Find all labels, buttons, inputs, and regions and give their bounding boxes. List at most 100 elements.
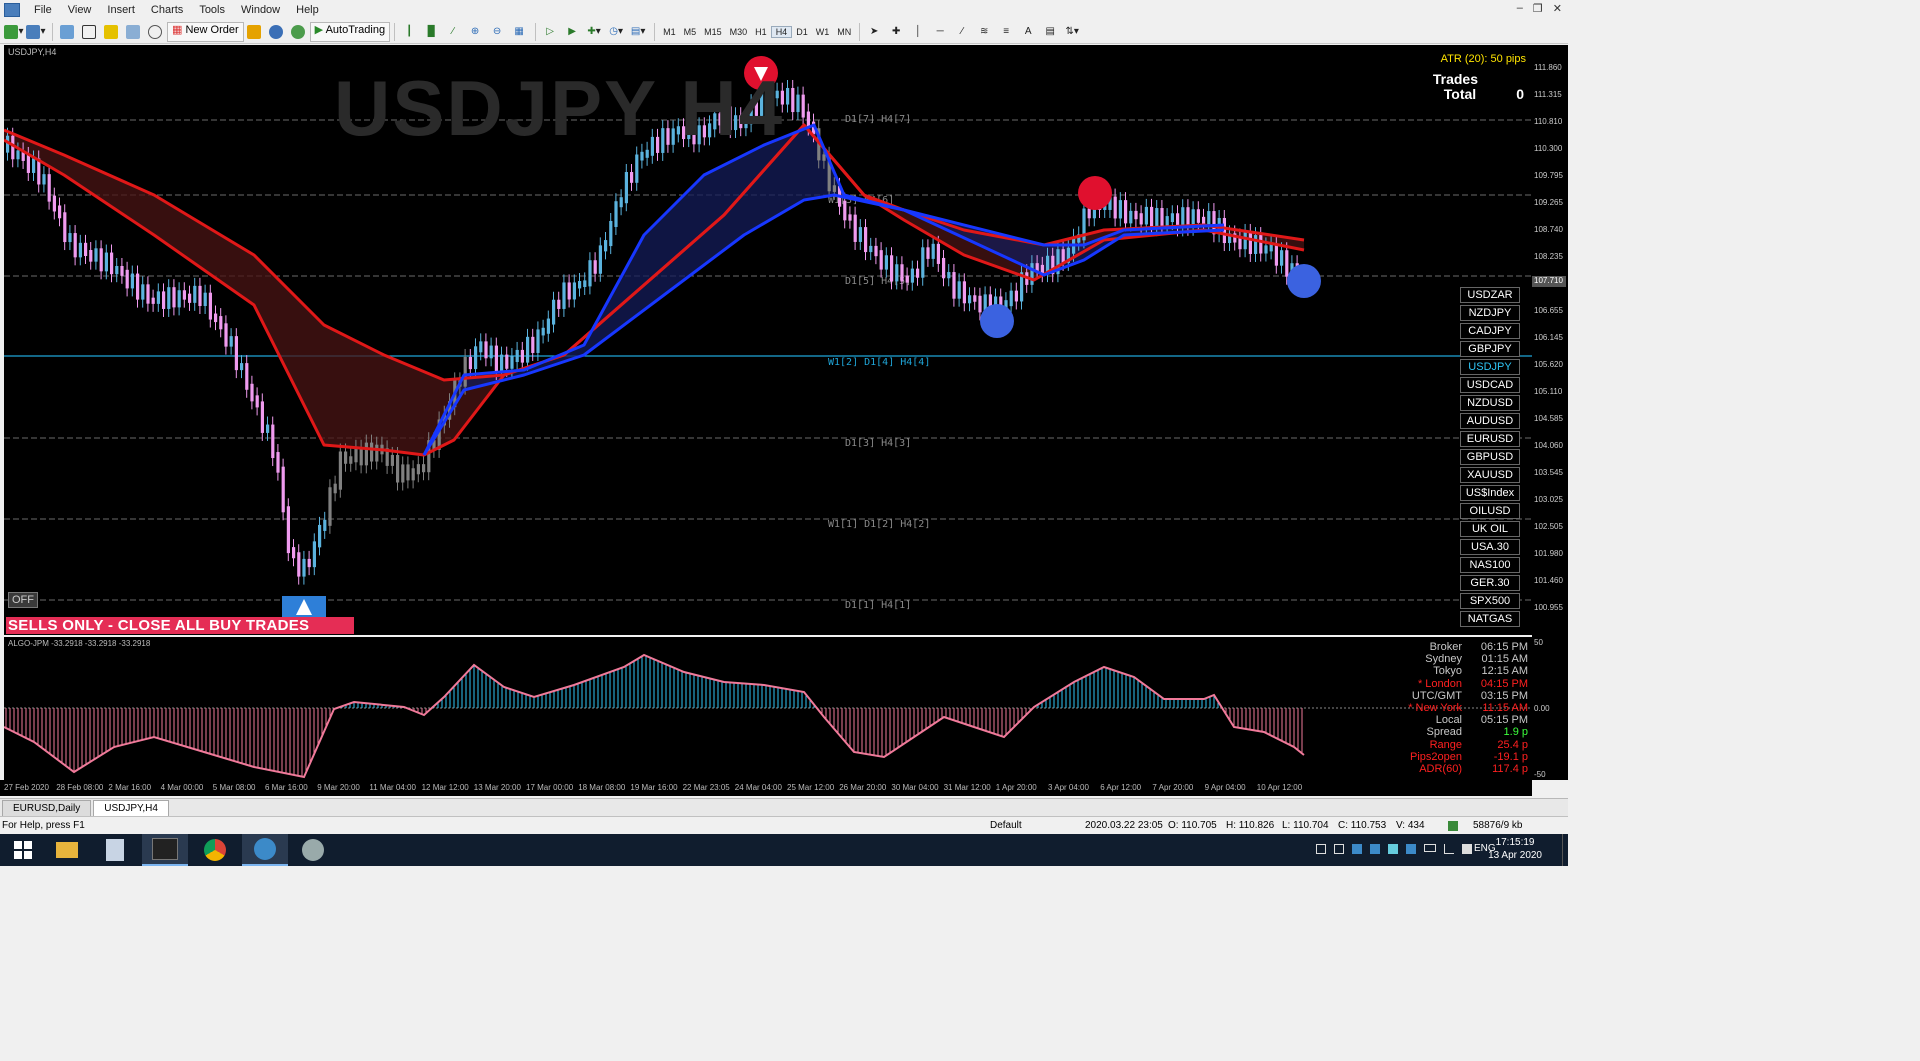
candlestick-icon: █ [427,26,435,37]
templates-button[interactable]: ▤ ▾ [628,22,648,42]
timeframe-m5[interactable]: M5 [680,27,701,37]
channel-button[interactable]: ≋ [974,22,994,42]
taskbar-trading-app[interactable] [142,834,188,866]
minimize-icon[interactable]: – [1517,2,1523,15]
timeframe-mn[interactable]: MN [833,27,855,37]
symbol-button-usindex[interactable]: US$Index [1460,485,1520,501]
taskbar-app[interactable] [290,834,336,866]
crosshair-button[interactable]: ✚ [886,22,906,42]
symbol-button-usa30[interactable]: USA.30 [1460,539,1520,555]
profiles-button[interactable]: ▾ [26,22,46,42]
terminal-button[interactable] [123,22,143,42]
tile-windows-button[interactable]: ▦ [509,22,529,42]
taskbar-clock[interactable]: 17:15:19 13 Apr 2020 [1488,836,1542,862]
timeframe-m30[interactable]: M30 [726,27,752,37]
tray-icon[interactable] [1352,844,1362,854]
timeframe-w1[interactable]: W1 [812,27,834,37]
symbol-button-nzdjpy[interactable]: NZDJPY [1460,305,1520,321]
symbol-button-xauusd[interactable]: XAUUSD [1460,467,1520,483]
close-icon[interactable]: ✕ [1553,2,1562,15]
arrows-button[interactable]: ⇅ ▾ [1062,22,1082,42]
autotrading-button[interactable]: ▶ AutoTrading [309,21,391,42]
taskbar-metatrader[interactable] [242,834,288,866]
battery-icon[interactable] [1424,844,1436,852]
price-axis[interactable]: 111.860 111.315 110.810 110.300 109.795 109.2… [1532,45,1568,780]
symbol-button-ukoil[interactable]: UK OIL [1460,521,1520,537]
zoom-out-button[interactable]: ⊖ [487,22,507,42]
data-window-button[interactable] [79,22,99,42]
trendline-button[interactable]: ∕ [952,22,972,42]
symbol-button-gbpusd[interactable]: GBPUSD [1460,449,1520,465]
symbol-button-spx500[interactable]: SPX500 [1460,593,1520,609]
restore-icon[interactable]: ❐ [1533,2,1543,15]
cursor-button[interactable]: ➤ [864,22,884,42]
menu-charts[interactable]: Charts [143,0,191,20]
tray-icon[interactable] [1316,844,1326,854]
timeframe-m1[interactable]: M1 [659,27,680,37]
indicators-button[interactable]: ✚ ▾ [584,22,604,42]
status-volume: V: 434 [1396,820,1425,831]
menu-window[interactable]: Window [233,0,288,20]
symbol-button-gbpjpy[interactable]: GBPJPY [1460,341,1520,357]
start-button[interactable] [0,834,46,866]
new-chart-button[interactable]: ▾ [4,22,24,42]
horizontal-line-button[interactable]: ─ [930,22,950,42]
timeframe-m15[interactable]: M15 [700,27,726,37]
taskbar-calculator[interactable] [92,834,138,866]
symbol-button-natgas[interactable]: NATGAS [1460,611,1520,627]
timeframe-h4[interactable]: H4 [770,25,793,38]
symbol-button-eurusd[interactable]: EURUSD [1460,431,1520,447]
menu-view[interactable]: View [60,0,100,20]
new-order-button[interactable]: ▦ New Order [167,21,244,42]
periods-button[interactable]: ◷ ▾ [606,22,626,42]
tray-icon[interactable] [1370,844,1380,854]
symbol-button-nzdusd[interactable]: NZDUSD [1460,395,1520,411]
timeframe-h1[interactable]: H1 [751,27,771,37]
fibonacci-button[interactable]: ≡ [996,22,1016,42]
bluetooth-icon[interactable] [1406,844,1416,854]
show-desktop-button[interactable] [1562,834,1568,866]
text-label-button[interactable]: ▤ [1040,22,1060,42]
symbol-button-audusd[interactable]: AUDUSD [1460,413,1520,429]
network-icon[interactable] [1444,844,1454,854]
volume-icon[interactable] [1462,844,1472,854]
signals-button[interactable] [266,22,286,42]
indicator-panel[interactable]: ALGO-JPM -33.2918 -33.2918 -33.2918 [4,637,1532,780]
autoscroll-button[interactable]: ▶ [562,22,582,42]
navigator-button[interactable] [101,22,121,42]
menu-insert[interactable]: Insert [99,0,143,20]
zoom-in-button[interactable]: ⊕ [465,22,485,42]
symbol-button-usdjpy[interactable]: USDJPY [1460,359,1520,375]
line-chart-button[interactable]: ∕ [443,22,463,42]
timeframe-d1[interactable]: D1 [792,27,812,37]
price-chart[interactable]: D1[7] H4[7]W1[3] H4[6]D1[5] H4[5]W1[2] D… [4,45,1532,635]
tray-icon[interactable] [1388,844,1398,854]
chart-shift-button[interactable]: ▷ [540,22,560,42]
bar-chart-button[interactable]: ┃ [399,22,419,42]
menu-tools[interactable]: Tools [191,0,233,20]
tray-icon[interactable] [1334,844,1344,854]
time-tick-label: 19 Mar 16:00 [630,783,678,792]
taskbar-file-explorer[interactable] [44,834,90,866]
symbol-button-oilusd[interactable]: OILUSD [1460,503,1520,519]
symbol-button-usdzar[interactable]: USDZAR [1460,287,1520,303]
signal-button[interactable] [288,22,308,42]
candlestick-button[interactable]: █ [421,22,441,42]
menu-file[interactable]: File [26,0,60,20]
market-watch-button[interactable] [57,22,77,42]
time-axis[interactable]: 27 Feb 2020 28 Feb 08:00 2 Mar 16:00 4 Mar … [0,780,1532,796]
menu-help[interactable]: Help [288,0,327,20]
symbol-button-nas100[interactable]: NAS100 [1460,557,1520,573]
tester-button[interactable] [145,22,165,42]
symbol-button-ger30[interactable]: GER.30 [1460,575,1520,591]
tab-usdjpy-h4[interactable]: USDJPY,H4 [93,800,169,816]
text-button[interactable]: A [1018,22,1038,42]
vertical-line-button[interactable]: │ [908,22,928,42]
off-toggle-button[interactable]: OFF [8,592,38,608]
metaeditor-button[interactable] [244,22,264,42]
session-value: 04:15 PM [1480,677,1528,690]
taskbar-chrome[interactable] [192,834,238,866]
tab-eurusd-daily[interactable]: EURUSD,Daily [2,800,92,816]
symbol-button-cadjpy[interactable]: CADJPY [1460,323,1520,339]
symbol-button-usdcad[interactable]: USDCAD [1460,377,1520,393]
